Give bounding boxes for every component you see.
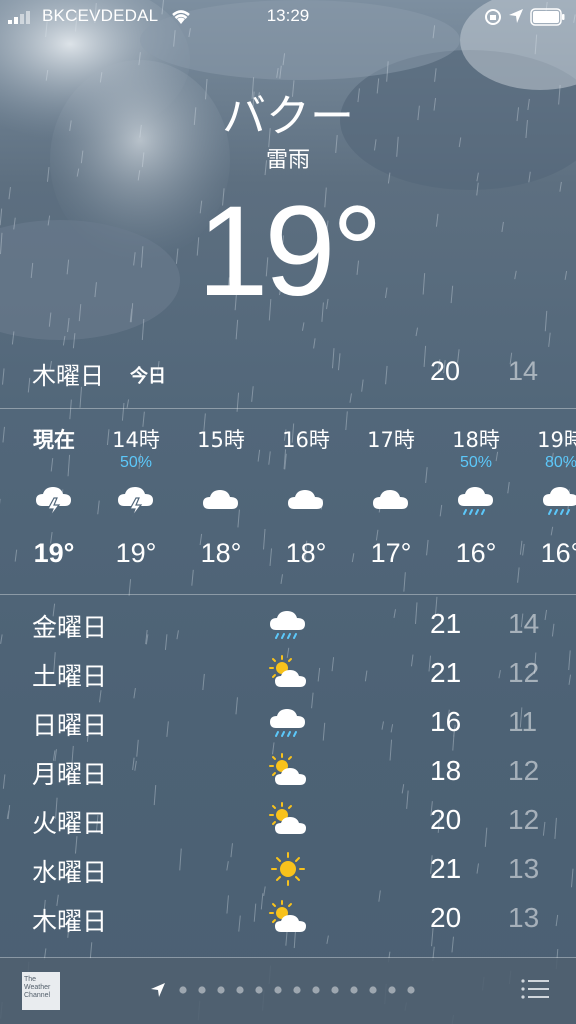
hourly-item: 14時 50% 19° <box>93 410 179 594</box>
thunderstorm-icon <box>116 482 156 518</box>
day-high: 16 <box>430 706 462 737</box>
daily-row: 日曜日 16 11 <box>0 698 576 747</box>
day-label: 土曜日 <box>32 662 108 691</box>
today-high: 20 <box>430 356 461 386</box>
hour-label: 現在 <box>33 428 75 452</box>
day-low: 12 <box>508 755 540 786</box>
cloud-icon <box>371 482 411 518</box>
hourly-item: 17時 17° <box>348 410 434 594</box>
day-high: 21 <box>430 608 462 639</box>
day-high: 21 <box>430 657 462 688</box>
current-condition: 雷雨 <box>265 148 310 173</box>
today-day-label: 木曜日 <box>32 362 104 390</box>
partly-sunny-icon <box>268 753 308 789</box>
precip-chance: 50% <box>119 454 153 471</box>
hour-label: 16時 <box>282 428 330 452</box>
bottom-toolbar: The Weather Channel <box>0 958 576 1024</box>
sun-icon <box>268 851 308 887</box>
hour-temp: 19° <box>115 538 157 568</box>
day-high: 20 <box>430 804 462 835</box>
location-arrow-icon <box>151 983 165 997</box>
thunderstorm-icon <box>34 482 74 518</box>
day-low: 11 <box>508 706 538 737</box>
status-bar: BKCEVDEDAL 13:29 <box>0 0 576 34</box>
hour-temp: 18° <box>200 538 242 568</box>
page-dot[interactable] <box>274 986 282 994</box>
page-dot[interactable] <box>255 986 263 994</box>
partly-sunny-icon <box>268 900 308 936</box>
page-dot[interactable] <box>217 986 225 994</box>
page-dot[interactable] <box>350 986 358 994</box>
day-label: 水曜日 <box>32 858 108 887</box>
precip-chance: 50% <box>459 454 493 471</box>
day-label: 火曜日 <box>32 809 108 838</box>
location-arrow-icon <box>509 9 523 23</box>
day-label: 金曜日 <box>32 613 108 642</box>
hourly-item: 15時 18° <box>178 410 264 594</box>
day-label: 日曜日 <box>32 711 108 740</box>
day-label: 木曜日 <box>32 907 108 936</box>
page-dot[interactable] <box>331 986 339 994</box>
today-tag: 今日 <box>130 366 166 387</box>
page-dot[interactable] <box>236 986 244 994</box>
page-dot[interactable] <box>293 986 301 994</box>
hour-temp: 16° <box>540 538 576 568</box>
hourly-item: 現在 19° <box>11 410 97 594</box>
hour-temp: 18° <box>285 538 327 568</box>
cloud-icon <box>286 482 326 518</box>
rain-cloud-icon <box>456 482 496 518</box>
partly-sunny-icon <box>268 802 308 838</box>
hour-label: 19時 <box>537 428 576 452</box>
day-low: 14 <box>508 608 540 639</box>
today-low: 14 <box>508 356 539 386</box>
hour-temp: 19° <box>33 538 75 568</box>
day-low: 12 <box>508 804 540 835</box>
page-dot[interactable] <box>369 986 377 994</box>
page-dot[interactable] <box>388 986 396 994</box>
rain-cloud-icon <box>268 704 308 740</box>
page-indicator[interactable] <box>150 980 440 1000</box>
hour-label: 17時 <box>367 428 415 452</box>
page-dot[interactable] <box>179 986 187 994</box>
page-dot[interactable] <box>198 986 206 994</box>
weather-channel-logo[interactable]: The Weather Channel <box>22 972 60 1010</box>
precip-chance: 80% <box>544 454 576 471</box>
today-summary-row: 木曜日 今日 20 14 <box>0 352 576 392</box>
list-icon[interactable] <box>520 978 550 1000</box>
daily-row: 木曜日 20 13 <box>0 894 576 943</box>
partly-sunny-icon <box>268 655 308 691</box>
rain-cloud-icon <box>541 482 576 518</box>
day-label: 月曜日 <box>32 760 108 789</box>
day-low: 13 <box>508 853 540 884</box>
day-high: 18 <box>430 755 462 786</box>
hour-temp: 17° <box>370 538 412 568</box>
divider-bottom <box>0 594 576 595</box>
day-high: 20 <box>430 902 462 933</box>
hour-label: 15時 <box>197 428 245 452</box>
page-dot[interactable] <box>407 986 415 994</box>
hour-label: 18時 <box>452 428 500 452</box>
day-low: 12 <box>508 657 540 688</box>
day-high: 21 <box>430 853 462 884</box>
rain-cloud-icon <box>268 606 308 642</box>
hourly-item: 16時 18° <box>263 410 349 594</box>
hourly-item: 19時 80% 16° <box>518 410 576 594</box>
hour-label: 14時 <box>112 428 160 452</box>
daily-row: 水曜日 21 13 <box>0 845 576 894</box>
daily-row: 金曜日 21 14 <box>0 600 576 649</box>
hourly-forecast-strip[interactable]: 現在 19° 14時 50% 19° 15時 18° 16時 18° 17時 1… <box>0 410 576 594</box>
current-temperature: 19° <box>197 180 383 323</box>
divider-top <box>0 408 576 409</box>
day-low: 13 <box>508 902 540 933</box>
hour-temp: 16° <box>455 538 497 568</box>
city-name: バクー <box>222 91 354 142</box>
rotation-lock-icon <box>485 9 501 25</box>
daily-row: 月曜日 18 12 <box>0 747 576 796</box>
page-dot[interactable] <box>312 986 320 994</box>
cloud-icon <box>201 482 241 518</box>
daily-row: 土曜日 21 12 <box>0 649 576 698</box>
hourly-item: 18時 50% 16° <box>433 410 519 594</box>
daily-row: 火曜日 20 12 <box>0 796 576 845</box>
battery-icon <box>530 8 565 26</box>
